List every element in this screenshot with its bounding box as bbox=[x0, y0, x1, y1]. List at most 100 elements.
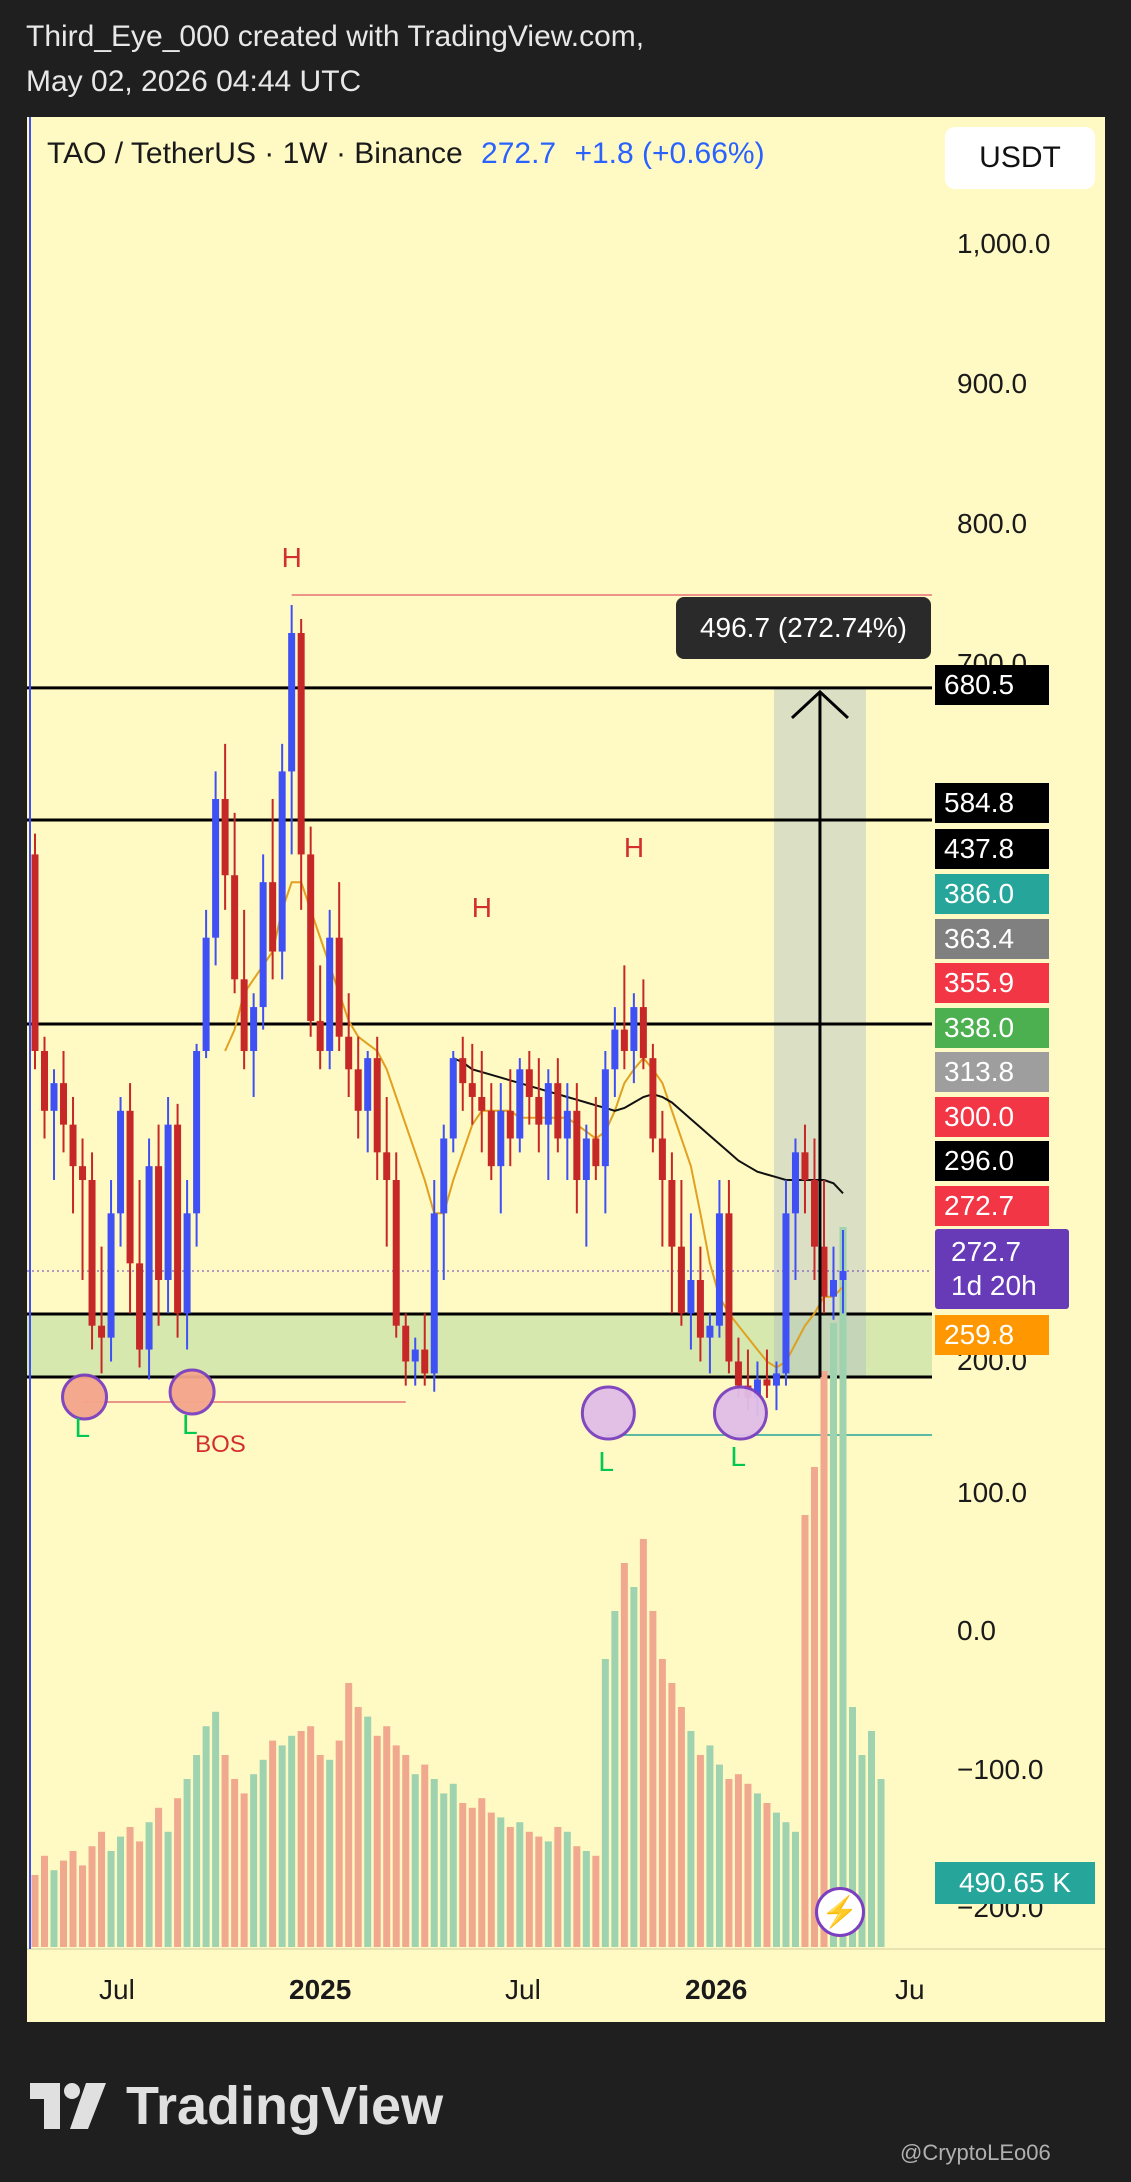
candle-body bbox=[734, 1361, 742, 1386]
volume-bar bbox=[516, 1822, 524, 1947]
volume-bar bbox=[734, 1774, 742, 1947]
volume-bar bbox=[506, 1827, 514, 1947]
candle-body bbox=[715, 1213, 723, 1326]
volume-bar bbox=[364, 1716, 372, 1947]
volume-bar bbox=[468, 1807, 476, 1947]
volume-bar bbox=[430, 1779, 438, 1947]
candle-body bbox=[60, 1083, 68, 1125]
volume-bar bbox=[592, 1855, 600, 1947]
volume-bar bbox=[877, 1779, 885, 1947]
volume-bar bbox=[202, 1726, 210, 1947]
price-change: +1.8 (+0.66%) bbox=[574, 137, 765, 170]
candle-body bbox=[278, 771, 286, 952]
x-axis-label: 2025 bbox=[289, 1974, 351, 2005]
volume-bar bbox=[240, 1793, 248, 1947]
volume-bar bbox=[649, 1611, 657, 1947]
volume-bar bbox=[544, 1841, 552, 1947]
volume-bar bbox=[373, 1735, 381, 1947]
volume-bar bbox=[658, 1659, 666, 1947]
volume-bar bbox=[250, 1774, 258, 1947]
y-axis-label: 100.0 bbox=[957, 1477, 1027, 1508]
price-tag: 296.0 bbox=[935, 1141, 1049, 1181]
volume-bar bbox=[136, 1841, 144, 1947]
price-tag: 584.8 bbox=[935, 783, 1049, 823]
candle-body bbox=[639, 1007, 647, 1059]
volume-bar bbox=[459, 1803, 467, 1947]
currency-button[interactable]: USDT bbox=[945, 127, 1095, 189]
candle-body bbox=[668, 1180, 676, 1247]
volume-bar bbox=[155, 1807, 163, 1947]
volume-bar bbox=[440, 1793, 448, 1947]
candle-body bbox=[402, 1325, 410, 1362]
volume-bar bbox=[88, 1846, 96, 1947]
last-price: 272.7 bbox=[481, 137, 557, 170]
candle-body bbox=[155, 1166, 163, 1280]
volume-bar bbox=[782, 1822, 790, 1947]
candle-body bbox=[79, 1166, 87, 1180]
candle-body bbox=[421, 1349, 429, 1374]
volume-bar bbox=[563, 1831, 571, 1947]
candle-body bbox=[440, 1138, 448, 1214]
annotation-h: H bbox=[472, 892, 492, 923]
candle-body bbox=[297, 633, 305, 855]
current-price-tag: 272.7 1d 20h bbox=[935, 1229, 1069, 1309]
volume-bar bbox=[677, 1707, 685, 1947]
volume-bar bbox=[791, 1831, 799, 1947]
candle-body bbox=[525, 1069, 533, 1097]
candle-body bbox=[117, 1110, 125, 1214]
candle-body bbox=[202, 937, 210, 1051]
volume-bar bbox=[715, 1764, 723, 1947]
volume-bar bbox=[231, 1779, 239, 1947]
candle-body bbox=[345, 1036, 353, 1070]
volume-bar bbox=[383, 1726, 391, 1947]
volume-bar bbox=[763, 1803, 771, 1947]
volume-bar bbox=[126, 1827, 134, 1947]
volume-bar bbox=[601, 1659, 609, 1947]
price-tag: 300.0 bbox=[935, 1097, 1049, 1137]
candle-body bbox=[250, 1007, 258, 1051]
candle-body bbox=[658, 1138, 666, 1180]
candle-body bbox=[763, 1379, 771, 1386]
volume-bar bbox=[582, 1851, 590, 1947]
candle-body bbox=[88, 1180, 96, 1326]
symbol-legend[interactable]: TAO / TetherUS · 1W · Binance 272.7 +1.8… bbox=[47, 137, 765, 171]
volume-bar bbox=[221, 1755, 229, 1947]
y-axis-label: 0.0 bbox=[957, 1615, 996, 1646]
volume-bar bbox=[801, 1515, 809, 1947]
volume-bar bbox=[60, 1860, 68, 1947]
chart-pane[interactable]: H H H L L L L BOS 1,000.0 900.0 800.0 700.0 200.0 100… bbox=[27, 117, 1105, 2022]
candle-body bbox=[601, 1069, 609, 1167]
candle-body bbox=[126, 1110, 134, 1264]
volume-bar bbox=[725, 1779, 733, 1947]
candle-body bbox=[810, 1180, 818, 1247]
volume-bar bbox=[554, 1827, 562, 1947]
volume-badge: 490.65 K bbox=[935, 1862, 1095, 1904]
x-axis-label: Jul bbox=[99, 1974, 135, 2005]
volume-bar bbox=[316, 1755, 324, 1947]
candle-body bbox=[459, 1058, 467, 1084]
tradingview-logo-icon bbox=[30, 2083, 106, 2129]
candle-body bbox=[174, 1124, 182, 1314]
volume-bar bbox=[421, 1764, 429, 1947]
candle-body bbox=[620, 1029, 628, 1051]
candle-body bbox=[677, 1246, 685, 1314]
candle-body bbox=[535, 1096, 543, 1125]
candle-body bbox=[288, 633, 296, 772]
volume-bar bbox=[820, 1371, 828, 1947]
volume-bar bbox=[98, 1831, 106, 1947]
candle-body bbox=[430, 1213, 438, 1374]
volume-bar bbox=[497, 1817, 505, 1947]
candle-body bbox=[573, 1110, 581, 1180]
candle-body bbox=[478, 1096, 486, 1111]
annotation-h: H bbox=[624, 832, 644, 863]
brand-footer[interactable]: TradingView bbox=[30, 2075, 443, 2137]
volume-bar bbox=[696, 1755, 704, 1947]
candle-body bbox=[582, 1138, 590, 1180]
lightning-bolt-icon[interactable]: ⚡ bbox=[815, 1887, 865, 1937]
candle-body bbox=[269, 882, 277, 952]
volume-bar bbox=[69, 1851, 77, 1947]
price-tag: 437.8 bbox=[935, 829, 1049, 869]
volume-bar bbox=[449, 1783, 457, 1947]
author-line: Third_Eye_000 created with TradingView.c… bbox=[26, 20, 645, 53]
volume-bar bbox=[212, 1711, 220, 1947]
